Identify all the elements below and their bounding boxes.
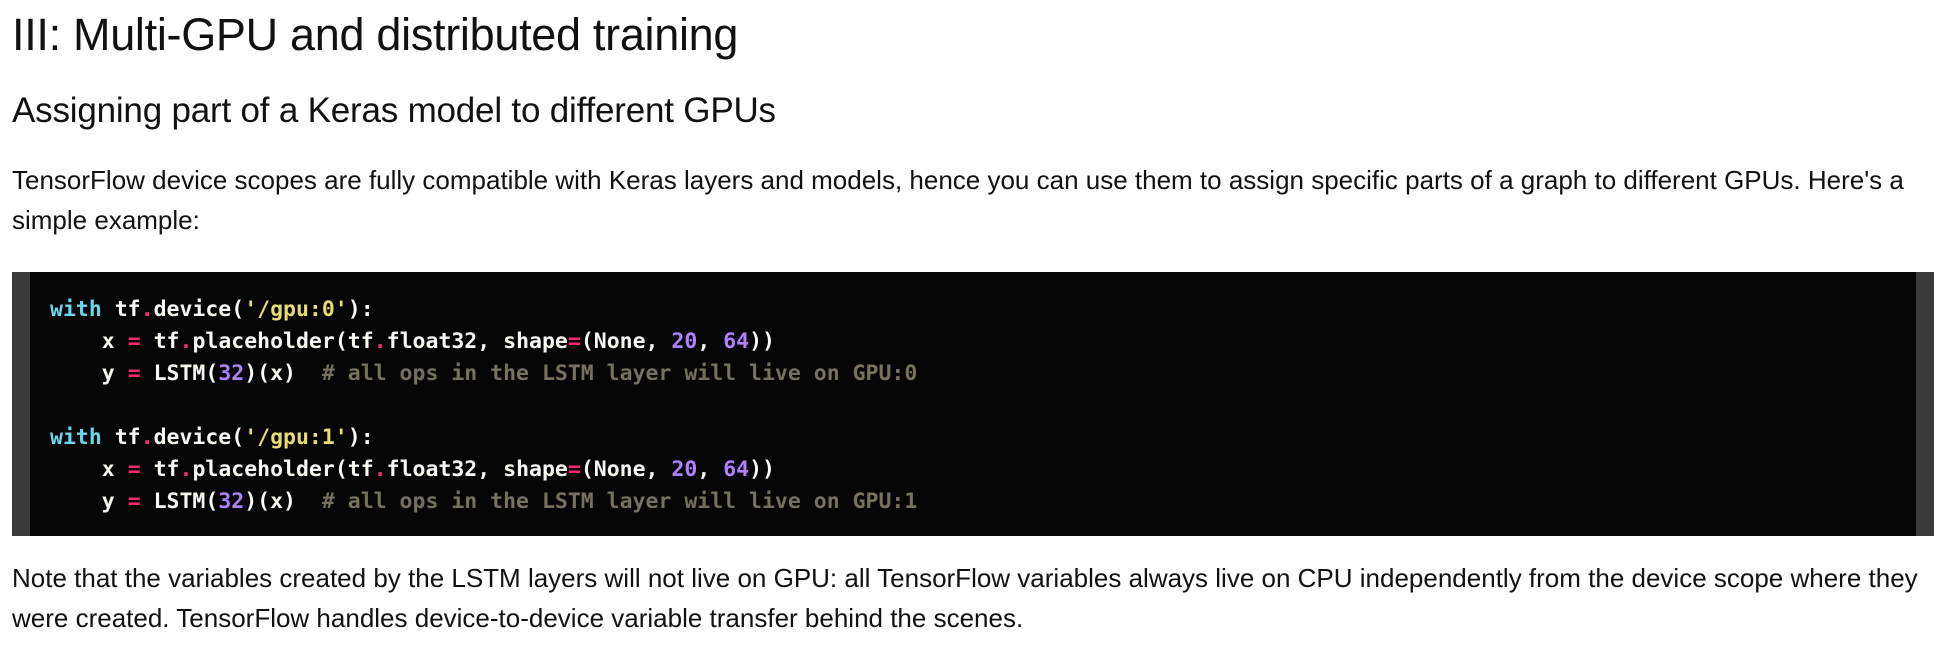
subsection-heading: Assigning part of a Keras model to diffe… [12,91,776,130]
token-tf: tf [114,297,141,322]
number-64: 64 [723,457,750,482]
code-block: with tf.device('/gpu:0'): x = tf.placeho… [12,272,1934,536]
token-placeholder-call: placeholder( [192,329,348,354]
code-line: y = LSTM(32)(x) # all ops in the LSTM la… [50,361,918,386]
token-placeholder-call: placeholder( [192,457,348,482]
token-close-colon: ): [347,425,374,450]
token-x: x [101,329,115,354]
number-20: 20 [671,457,698,482]
operator-eq: = [127,329,141,354]
number-64: 64 [723,329,750,354]
token-close-parens: )) [749,329,775,354]
operator-dot: . [373,457,387,482]
number-20: 20 [671,329,698,354]
code-line: x = tf.placeholder(tf.float32, shape=(No… [50,329,775,354]
token-lstm-open: LSTM( [153,489,219,514]
token-none: (None, [580,329,672,354]
token-tf: tf [347,457,374,482]
code-line: with tf.device('/gpu:1'): [50,425,374,450]
token-tf: tf [347,329,374,354]
number-32: 32 [218,361,245,386]
token-lstm-open: LSTM( [153,361,219,386]
token-device-call: device( [153,297,245,322]
token-y: y [101,489,115,514]
token-lstm-close: )(x) [244,489,296,514]
operator-dot: . [373,329,387,354]
keyword-with: with [50,297,102,322]
operator-eq: = [127,361,141,386]
token-none: (None, [580,457,672,482]
token-shape: shape [503,329,568,354]
code-line: y = LSTM(32)(x) # all ops in the LSTM la… [50,489,918,514]
operator-eq: = [567,329,581,354]
operator-eq: = [127,489,141,514]
operator-eq: = [127,457,141,482]
operator-dot: . [140,425,154,450]
token-close-parens: )) [749,457,775,482]
token-float32: float32, [386,457,504,482]
code-comment: # all ops in the LSTM layer will live on… [321,489,918,514]
token-float32: float32, [386,329,504,354]
token-y: y [101,361,115,386]
code-listing: with tf.device('/gpu:0'): x = tf.placeho… [30,272,1916,518]
keyword-with: with [50,425,102,450]
token-device-call: device( [153,425,245,450]
token-comma: , [697,329,724,354]
intro-paragraph: TensorFlow device scopes are fully compa… [12,165,1904,235]
token-x: x [101,457,115,482]
note-paragraph: Note that the variables created by the L… [12,563,1918,633]
string-device: '/gpu:1' [244,425,348,450]
token-tf: tf [114,425,141,450]
token-close-colon: ): [347,297,374,322]
section-heading: III: Multi-GPU and distributed training [12,9,739,60]
token-tf: tf [153,329,180,354]
number-32: 32 [218,489,245,514]
code-comment: # all ops in the LSTM layer will live on… [321,361,918,386]
token-shape: shape [503,457,568,482]
token-comma: , [697,457,724,482]
operator-dot: . [179,457,193,482]
code-line: x = tf.placeholder(tf.float32, shape=(No… [50,457,775,482]
token-tf: tf [153,457,180,482]
code-line: with tf.device('/gpu:0'): [50,297,374,322]
token-lstm-close: )(x) [244,361,296,386]
operator-dot: . [179,329,193,354]
operator-dot: . [140,297,154,322]
string-device: '/gpu:0' [244,297,348,322]
operator-eq: = [567,457,581,482]
